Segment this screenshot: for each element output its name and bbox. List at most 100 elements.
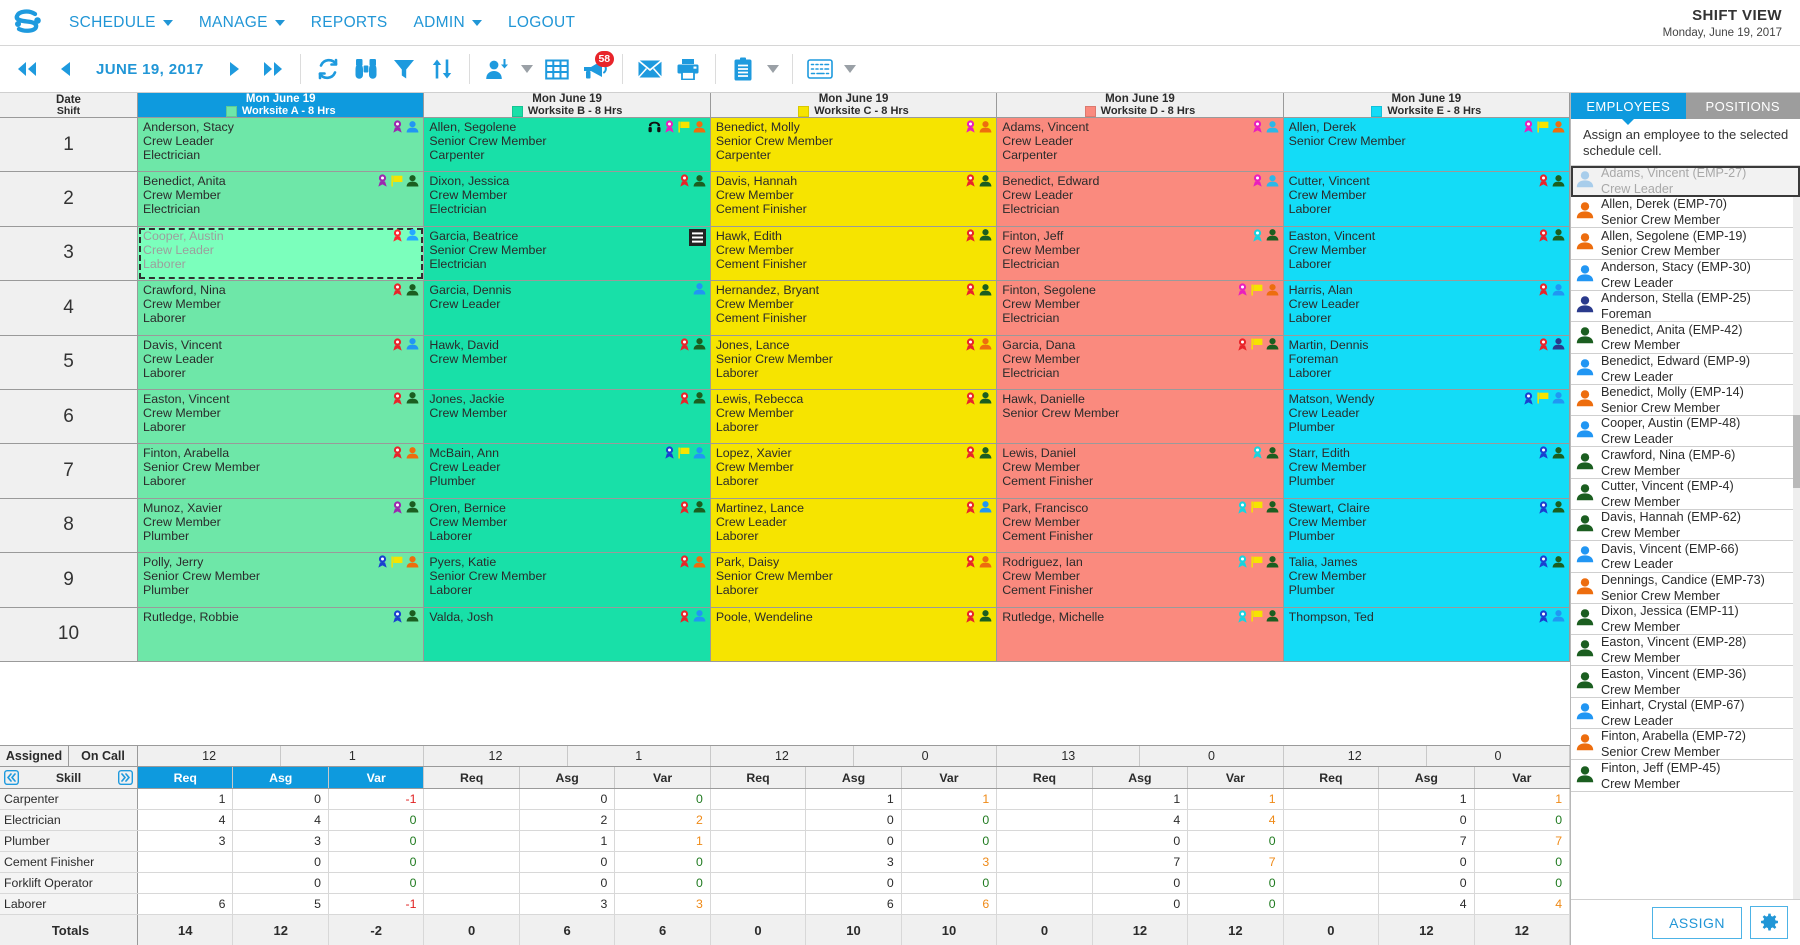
schedule-cell[interactable]: Lewis, Daniel Crew Member Cement Finisher [997, 444, 1284, 498]
schedule-grid[interactable]: 1 Anderson, Stacy Crew Leader Electrician Al… [0, 118, 1570, 745]
schedule-cell[interactable]: Garcia, Beatrice Senior Crew Member Electr… [424, 226, 711, 281]
clipboard-dropdown-caret[interactable] [762, 50, 784, 88]
schedule-cell[interactable]: Hawk, David Crew Member [424, 335, 711, 389]
schedule-cell[interactable]: Hernandez, Bryant Crew Member Cement Finis… [710, 281, 998, 335]
scrollbar-thumb[interactable] [1793, 415, 1800, 489]
schedule-cell[interactable]: Valda, Josh [424, 607, 711, 661]
employee-list-item[interactable]: Benedict, Anita (EMP-42) Crew Member [1571, 322, 1800, 354]
schedule-cell[interactable]: Benedict, Molly Senior Crew Member Carpent… [710, 118, 998, 172]
schedule-cell[interactable]: Garcia, Dana Crew Member Electrician [997, 335, 1284, 389]
schedule-cell[interactable]: Harris, Alan Crew Leader Laborer [1283, 281, 1570, 335]
column-header-worksite-d[interactable]: Mon June 19 Worksite D - 8 Hrs [997, 93, 1284, 117]
schedule-cell[interactable]: Starr, Edith Crew Member Plumber [1283, 444, 1570, 498]
refresh-icon[interactable] [309, 50, 347, 88]
employee-list-item[interactable]: Benedict, Edward (EMP-9) Crew Leader [1571, 353, 1800, 385]
nav-item-admin[interactable]: ADMIN [401, 0, 495, 46]
employee-list-item[interactable]: Easton, Vincent (EMP-36) Crew Member [1571, 666, 1800, 698]
sort-updown-icon[interactable] [423, 50, 461, 88]
last-page-button[interactable] [254, 50, 292, 88]
schedule-cell[interactable]: Garcia, Dennis Crew Leader [424, 281, 711, 335]
keypad-icon[interactable] [801, 50, 839, 88]
employee-list-item[interactable]: Finton, Arabella (EMP-72) Senior Crew Mem… [1571, 729, 1800, 761]
schedule-cell[interactable]: Allen, Derek Senior Crew Member [1283, 118, 1570, 172]
employee-list-item[interactable]: Cutter, Vincent (EMP-4) Crew Member [1571, 478, 1800, 510]
schedule-cell[interactable]: Poole, Wendeline [710, 607, 998, 661]
shiftboard-logo-icon[interactable] [0, 8, 56, 37]
gear-icon[interactable] [1750, 906, 1788, 939]
schedule-cell[interactable]: Dixon, Jessica Crew Member Electrician [424, 172, 711, 226]
employee-list-item[interactable]: Einhart, Crystal (EMP-67) Crew Leader [1571, 697, 1800, 730]
employee-list-item[interactable]: Davis, Hannah (EMP-62) Crew Member [1571, 509, 1800, 542]
schedule-cell[interactable]: Hawk, Edith Crew Member Cement Finisher [710, 226, 998, 281]
column-header-worksite-c[interactable]: Mon June 19 Worksite C - 8 Hrs [710, 93, 998, 117]
schedule-cell[interactable]: Rutledge, Michelle [997, 607, 1284, 661]
add-person-icon[interactable] [478, 50, 516, 88]
employee-list-item[interactable]: Allen, Segolene (EMP-19) Senior Crew Memb… [1571, 228, 1800, 260]
add-person-dropdown-caret[interactable] [516, 50, 538, 88]
next-day-button[interactable] [216, 50, 254, 88]
binoculars-icon[interactable] [347, 50, 385, 88]
nav-item-schedule[interactable]: SCHEDULE [56, 0, 186, 46]
schedule-cell[interactable]: McBain, Ann Crew Leader Plumber [424, 444, 711, 498]
keypad-dropdown-caret[interactable] [839, 50, 861, 88]
schedule-cell[interactable]: Finton, Arabella Senior Crew Member Labore… [138, 444, 425, 498]
schedule-cell[interactable]: Cooper, Austin Crew Leader Laborer [138, 226, 425, 281]
schedule-cell[interactable]: Lewis, Rebecca Crew Member Laborer [710, 389, 998, 444]
megaphone-icon[interactable]: 58 [576, 50, 614, 88]
schedule-cell[interactable]: Matson, Wendy Crew Leader Plumber [1283, 389, 1570, 444]
employee-list-item[interactable]: Anderson, Stella (EMP-25) Foreman [1571, 290, 1800, 323]
skills-scroll-right-icon[interactable] [118, 770, 133, 785]
employee-list-item[interactable]: Dennings, Candice (EMP-73) Senior Crew Me… [1571, 572, 1800, 604]
assign-button[interactable]: ASSIGN [1652, 906, 1742, 939]
employee-list[interactable]: Adams, Vincent (EMP-27) Crew Leader Allen,… [1571, 164, 1800, 899]
schedule-cell[interactable]: Jones, Lance Senior Crew Member Laborer [710, 335, 998, 389]
schedule-cell[interactable]: Rodriguez, Ian Crew Member Cement Finisher [997, 553, 1284, 607]
schedule-cell[interactable]: Park, Daisy Senior Crew Member Laborer [710, 553, 998, 607]
nav-item-reports[interactable]: REPORTS [298, 0, 401, 46]
schedule-cell[interactable]: Hawk, Danielle Senior Crew Member [997, 389, 1284, 444]
tab-employees[interactable]: EMPLOYEES [1571, 93, 1686, 125]
employee-list-item[interactable]: Allen, Derek (EMP-70) Senior Crew Member [1571, 197, 1800, 229]
schedule-cell[interactable]: Oren, Bernice Crew Member Laborer [424, 498, 711, 553]
schedule-cell[interactable]: Martinez, Lance Crew Leader Laborer [710, 498, 998, 553]
schedule-cell[interactable]: Adams, Vincent Crew Leader Carpenter [997, 118, 1284, 172]
schedule-cell[interactable]: Martin, Dennis Foreman Laborer [1283, 335, 1570, 389]
schedule-cell[interactable]: Davis, Vincent Crew Leader Laborer [138, 335, 425, 389]
employee-list-item[interactable]: Benedict, Molly (EMP-14) Senior Crew Memb… [1571, 384, 1800, 417]
schedule-cell[interactable]: Thompson, Ted [1283, 607, 1570, 661]
schedule-cell[interactable]: Davis, Hannah Crew Member Cement Finisher [710, 172, 998, 226]
schedule-cell[interactable]: Park, Francisco Crew Member Cement Finishe… [997, 498, 1284, 553]
first-page-button[interactable] [8, 50, 46, 88]
clipboard-icon[interactable] [724, 50, 762, 88]
skills-scroll-left-icon[interactable] [4, 770, 19, 785]
employee-list-item[interactable]: Davis, Vincent (EMP-66) Crew Leader [1571, 541, 1800, 573]
employee-list-item[interactable]: Easton, Vincent (EMP-28) Crew Member [1571, 635, 1800, 667]
employee-list-item[interactable]: Cooper, Austin (EMP-48) Crew Leader [1571, 416, 1800, 448]
nav-item-logout[interactable]: LOGOUT [495, 0, 588, 46]
schedule-cell[interactable]: Finton, Jeff Crew Member Electrician [997, 226, 1284, 281]
employee-list-item[interactable]: Dixon, Jessica (EMP-11) Crew Member [1571, 603, 1800, 636]
schedule-cell[interactable]: Talia, James Crew Member Plumber [1283, 553, 1570, 607]
schedule-cell[interactable]: Benedict, Edward Crew Leader Electrician [997, 172, 1284, 226]
printer-icon[interactable] [669, 50, 707, 88]
schedule-cell[interactable]: Allen, Segolene Senior Crew Member Carpent… [424, 118, 711, 172]
schedule-cell[interactable]: Easton, Vincent Crew Member Laborer [1283, 226, 1570, 281]
current-date-label[interactable]: JUNE 19, 2017 [84, 61, 216, 78]
schedule-cell[interactable]: Jones, Jackie Crew Member [424, 389, 711, 444]
schedule-cell[interactable]: Pyers, Katie Senior Crew Member Laborer [424, 553, 711, 607]
previous-day-button[interactable] [46, 50, 84, 88]
grid-table-icon[interactable] [538, 50, 576, 88]
schedule-cell[interactable]: Cutter, Vincent Crew Member Laborer [1283, 172, 1570, 226]
schedule-cell[interactable]: Rutledge, Robbie [138, 607, 425, 661]
envelope-icon[interactable] [631, 50, 669, 88]
employee-list-item[interactable]: Finton, Jeff (EMP-45) Crew Member [1571, 760, 1800, 792]
employee-list-item[interactable]: Anderson, Stacy (EMP-30) Crew Leader [1571, 259, 1800, 291]
column-header-worksite-b[interactable]: Mon June 19 Worksite B - 8 Hrs [424, 93, 711, 117]
column-header-worksite-a[interactable]: Mon June 19 Worksite A - 8 Hrs [138, 93, 425, 117]
schedule-cell[interactable]: Easton, Vincent Crew Member Laborer [138, 389, 425, 444]
funnel-icon[interactable] [385, 50, 423, 88]
nav-item-manage[interactable]: MANAGE [186, 0, 298, 46]
schedule-cell[interactable]: Lopez, Xavier Crew Member Laborer [710, 444, 998, 498]
schedule-cell[interactable]: Polly, Jerry Senior Crew Member Plumber [138, 553, 425, 607]
schedule-cell[interactable]: Benedict, Anita Crew Member Electrician [138, 172, 425, 226]
